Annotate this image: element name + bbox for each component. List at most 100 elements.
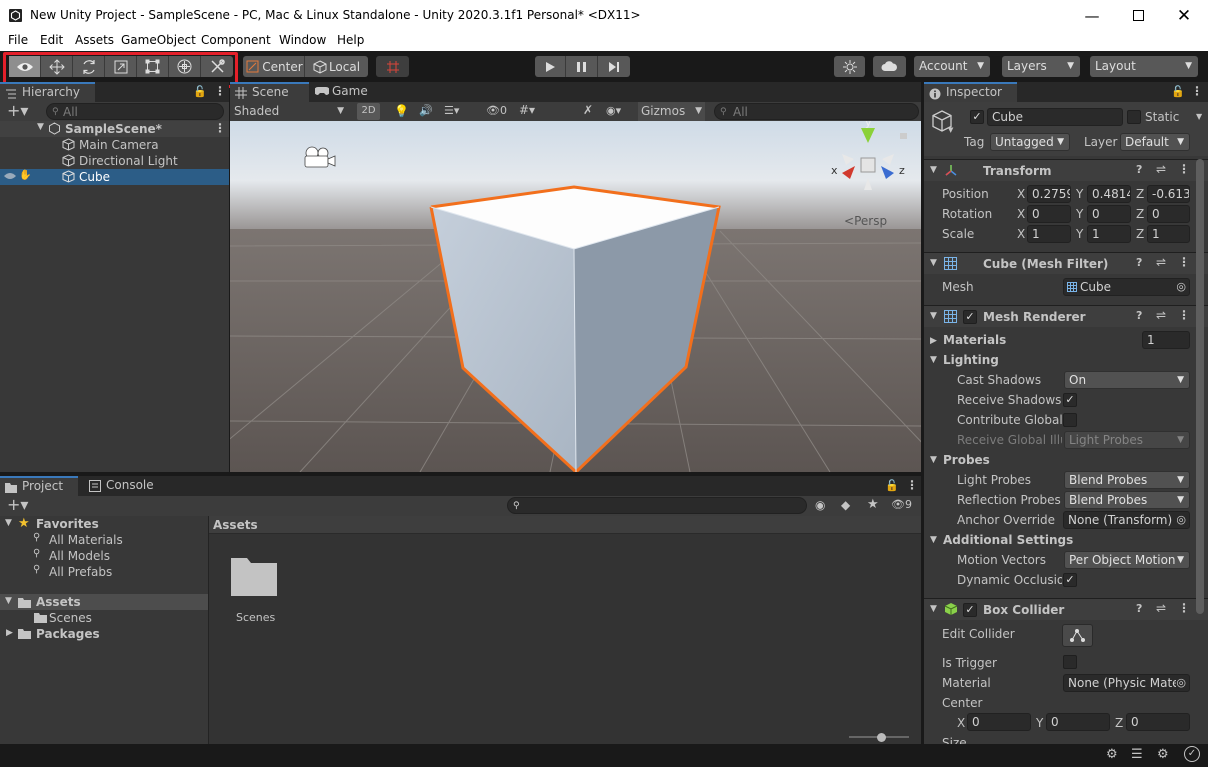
static-checkbox[interactable] bbox=[1127, 110, 1141, 124]
expand-arrow-icon[interactable]: ▼ bbox=[930, 311, 937, 321]
object-picker-icon[interactable]: ◎ bbox=[1176, 675, 1186, 691]
lighting-label[interactable]: Lighting bbox=[943, 353, 999, 367]
materials-count-field[interactable]: 1 bbox=[1142, 331, 1190, 349]
assets-tree-row[interactable]: ▼ Assets bbox=[0, 594, 208, 610]
position-y-field[interactable]: 0.4814 bbox=[1087, 185, 1131, 203]
project-search-input[interactable]: ⚲ bbox=[507, 497, 807, 514]
favorites-star-icon[interactable]: ★ bbox=[867, 497, 879, 512]
grid-visibility-icon[interactable]: #▾ bbox=[519, 103, 535, 117]
menu-assets[interactable]: Assets bbox=[75, 33, 114, 47]
presets-icon[interactable]: ⇌ bbox=[1156, 308, 1166, 322]
tab-hierarchy[interactable]: Hierarchy bbox=[0, 82, 95, 102]
collab-button[interactable] bbox=[834, 56, 865, 77]
close-window-icon[interactable]: ✕ bbox=[1161, 0, 1207, 31]
breadcrumb-assets[interactable]: Assets bbox=[213, 517, 258, 533]
component-menu-icon[interactable]: ⋮ bbox=[1178, 601, 1190, 615]
help-icon[interactable]: ? bbox=[1136, 256, 1142, 269]
panel-menu-icon[interactable]: ⋮ bbox=[214, 84, 226, 98]
expand-arrow-icon[interactable]: ▼ bbox=[5, 518, 12, 528]
menu-file[interactable]: File bbox=[8, 33, 28, 47]
toggle-2d-button[interactable]: 2D bbox=[357, 103, 380, 120]
center-x-field[interactable]: 0 bbox=[967, 713, 1031, 731]
asset-folder-item[interactable]: Scenes bbox=[49, 610, 92, 626]
hidden-objects-icon[interactable]: 👁0 bbox=[486, 104, 507, 117]
auto-generate-lighting-icon[interactable]: ⚙ bbox=[1106, 747, 1118, 762]
expand-arrow-icon[interactable]: ▶ bbox=[6, 628, 13, 638]
menu-window[interactable]: Window bbox=[279, 33, 326, 47]
minimize-icon[interactable]: — bbox=[1069, 0, 1115, 31]
progress-check-icon[interactable]: ✓ bbox=[1184, 746, 1200, 762]
lock-icon[interactable]: 🔓 bbox=[193, 85, 207, 98]
motion-vectors-dropdown[interactable]: Per Object Motion ▼ bbox=[1064, 551, 1190, 569]
probes-label[interactable]: Probes bbox=[943, 453, 990, 467]
scene-search-input[interactable]: ⚲ All bbox=[714, 103, 919, 120]
hidden-packages-icon[interactable]: 👁9 bbox=[891, 498, 912, 511]
object-name-input[interactable]: Cube bbox=[987, 108, 1123, 126]
center-z-field[interactable]: 0 bbox=[1126, 713, 1190, 731]
tab-scene[interactable]: Scene bbox=[230, 82, 309, 102]
orientation-gizmo[interactable]: y x z bbox=[828, 121, 908, 206]
panel-menu-icon[interactable]: ⋮ bbox=[1191, 84, 1203, 98]
materials-label[interactable]: Materials bbox=[943, 333, 1006, 347]
box-collider-enabled-checkbox[interactable]: ✓ bbox=[963, 603, 977, 617]
pickable-hand-icon[interactable]: ✋ bbox=[19, 170, 31, 181]
scale-z-field[interactable]: 1 bbox=[1147, 225, 1190, 243]
play-icon[interactable] bbox=[535, 56, 566, 77]
perspective-toggle[interactable]: <Persp bbox=[844, 214, 887, 228]
chevron-down-icon[interactable]: ▼ bbox=[948, 126, 953, 134]
tab-game[interactable]: Game bbox=[310, 82, 380, 102]
scale-x-field[interactable]: 1 bbox=[1027, 225, 1071, 243]
hierarchy-scene-row[interactable]: ▼ SampleScene* ⋮ bbox=[0, 121, 229, 137]
edit-collider-button[interactable] bbox=[1062, 624, 1093, 647]
layers-dropdown[interactable]: Layers ▼ bbox=[1002, 56, 1080, 77]
shading-mode-dropdown[interactable]: Shaded ▼ bbox=[230, 102, 348, 121]
contribute-gi-checkbox[interactable] bbox=[1063, 413, 1077, 427]
expand-arrow-icon[interactable]: ▼ bbox=[930, 258, 937, 268]
mesh-renderer-header[interactable]: ▼ ✓ Mesh Renderer ? ⇌ ⋮ bbox=[924, 305, 1208, 327]
inspector-scrollbar[interactable] bbox=[1196, 159, 1204, 614]
anchor-override-field[interactable]: None (Transform) ◎ bbox=[1063, 511, 1190, 529]
box-collider-header[interactable]: ▼ ✓ Box Collider ? ⇌ ⋮ bbox=[924, 598, 1208, 620]
visibility-eye-icon[interactable] bbox=[3, 171, 17, 181]
layout-dropdown[interactable]: Layout ▼ bbox=[1090, 56, 1198, 77]
physic-material-field[interactable]: None (Physic Mate ◎ bbox=[1063, 674, 1190, 692]
presets-icon[interactable]: ⇌ bbox=[1156, 601, 1166, 615]
account-dropdown[interactable]: Account ▼ bbox=[914, 56, 990, 77]
packages-label[interactable]: Packages bbox=[36, 626, 100, 642]
dynamic-occlusion-checkbox[interactable]: ✓ bbox=[1063, 573, 1077, 587]
lock-icon[interactable]: 🔓 bbox=[1171, 85, 1185, 98]
debug-mode-icon[interactable]: ⚙ bbox=[1157, 747, 1169, 762]
object-picker-icon[interactable]: ◎ bbox=[1176, 512, 1186, 528]
camera-settings-icon[interactable]: ◉▾ bbox=[606, 104, 621, 117]
chevron-down-icon[interactable]: ▼ bbox=[1196, 112, 1202, 121]
tab-console[interactable]: Console bbox=[84, 476, 164, 496]
expand-arrow-icon[interactable]: ▼ bbox=[930, 455, 937, 465]
menu-gameobject[interactable]: GameObject bbox=[121, 33, 196, 47]
zoom-slider-thumb[interactable] bbox=[877, 733, 886, 742]
pivot-local-button[interactable]: Local bbox=[305, 56, 368, 77]
presets-icon[interactable]: ⇌ bbox=[1156, 162, 1166, 176]
hierarchy-search-input[interactable]: ⚲ All bbox=[46, 103, 224, 120]
cache-server-icon[interactable]: ☰ bbox=[1131, 747, 1143, 762]
search-by-label-icon[interactable]: ◆ bbox=[841, 498, 850, 512]
rotation-x-field[interactable]: 0 bbox=[1027, 205, 1071, 223]
scene-viewport[interactable]: y x z <Persp bbox=[230, 121, 921, 472]
mesh-filter-header[interactable]: ▼ Cube (Mesh Filter) ? ⇌ ⋮ bbox=[924, 252, 1208, 274]
active-checkbox[interactable]: ✓ bbox=[970, 110, 984, 124]
mesh-object-field[interactable]: Cube ◎ bbox=[1063, 278, 1190, 296]
favorite-item[interactable]: All Prefabs bbox=[49, 564, 112, 580]
favorite-item[interactable]: All Models bbox=[49, 548, 110, 564]
center-y-field[interactable]: 0 bbox=[1046, 713, 1110, 731]
favorites-label[interactable]: Favorites bbox=[36, 516, 99, 532]
effects-dropdown-icon[interactable]: ☰▾ bbox=[444, 104, 459, 117]
component-menu-icon[interactable]: ⋮ bbox=[1178, 308, 1190, 322]
lighting-toggle-icon[interactable]: 💡 bbox=[394, 104, 409, 118]
step-icon[interactable] bbox=[598, 56, 630, 77]
help-icon[interactable]: ? bbox=[1136, 163, 1142, 176]
hierarchy-item[interactable]: Directional Light bbox=[0, 153, 229, 169]
expand-arrow-icon[interactable]: ▼ bbox=[930, 535, 937, 545]
transform-header[interactable]: ▼ Transform ? ⇌ ⋮ bbox=[924, 159, 1208, 181]
cast-shadows-dropdown[interactable]: On ▼ bbox=[1064, 371, 1190, 389]
position-x-field[interactable]: 0.2759 bbox=[1027, 185, 1071, 203]
mesh-renderer-enabled-checkbox[interactable]: ✓ bbox=[963, 310, 977, 324]
